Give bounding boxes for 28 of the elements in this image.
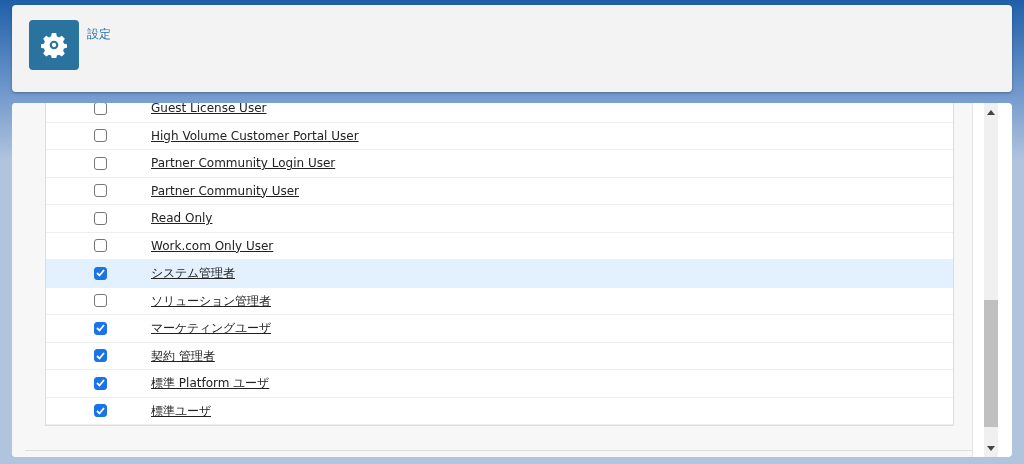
profile-link[interactable]: 標準 Platform ユーザ: [151, 374, 270, 393]
checkbox[interactable]: [94, 321, 107, 335]
profile-link[interactable]: Work.com Only User: [151, 236, 274, 255]
checkbox[interactable]: [94, 294, 107, 308]
scrollbar[interactable]: [984, 103, 998, 457]
settings-icon: [29, 20, 79, 70]
checkbox[interactable]: [94, 184, 107, 198]
checkbox[interactable]: [94, 404, 107, 418]
page-title: 設定: [87, 26, 111, 43]
profile-link[interactable]: システム管理者: [151, 264, 235, 283]
checkbox[interactable]: [94, 103, 107, 115]
profile-link[interactable]: Partner Community Login User: [151, 154, 336, 173]
profile-link[interactable]: Partner Community User: [151, 181, 300, 200]
scroll-thumb[interactable]: [984, 300, 998, 427]
checkbox[interactable]: [94, 349, 107, 363]
profile-link[interactable]: マーケティングユーザ: [151, 319, 271, 338]
profile-link[interactable]: High Volume Customer Portal User: [151, 126, 359, 145]
profile-link[interactable]: ソリューション管理者: [151, 291, 271, 310]
checkbox[interactable]: [94, 239, 107, 253]
checkbox[interactable]: [94, 156, 107, 170]
checkbox[interactable]: [94, 211, 107, 225]
checkbox[interactable]: [94, 266, 107, 280]
profile-link[interactable]: 標準ユーザ: [151, 401, 211, 420]
profile-link[interactable]: 契約 管理者: [151, 346, 215, 365]
checkbox[interactable]: [94, 129, 107, 143]
profile-link[interactable]: Read Only: [151, 209, 213, 228]
profile-link[interactable]: Guest License User: [151, 103, 267, 118]
checkbox[interactable]: [94, 376, 107, 390]
